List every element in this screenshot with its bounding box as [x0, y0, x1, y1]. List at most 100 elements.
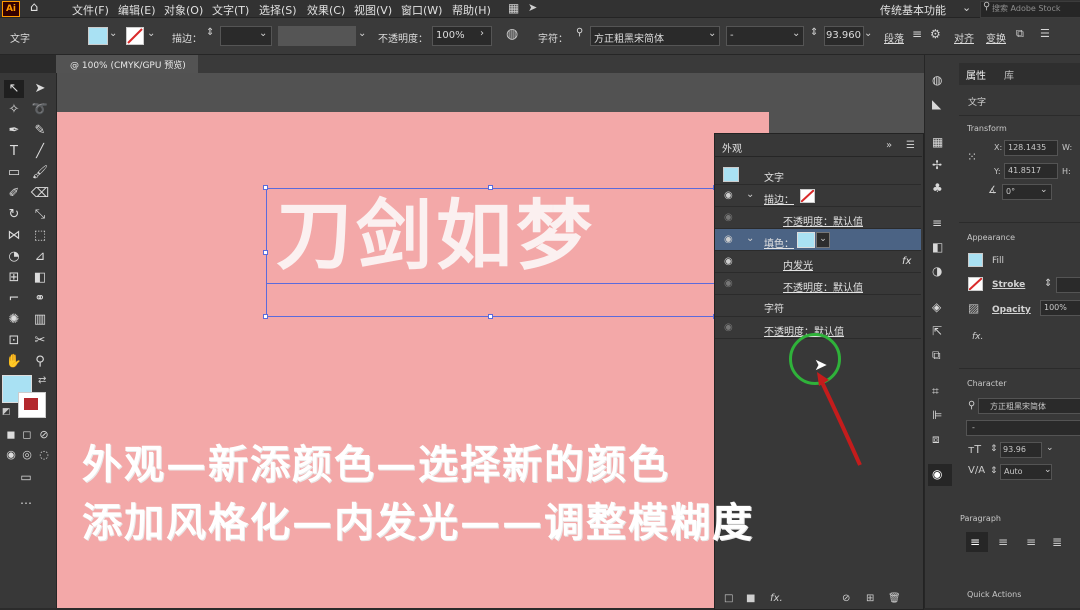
clear-appearance-icon[interactable]: ⊘: [842, 593, 850, 604]
scale-tool-icon[interactable]: ⤡: [30, 206, 50, 224]
stroke-opacity-label[interactable]: 不透明度：默认值: [783, 213, 863, 228]
recolor-icon[interactable]: ◍: [506, 26, 518, 42]
pen-tool-icon[interactable]: ✒: [4, 122, 24, 140]
width-tool-icon[interactable]: ⋈: [4, 227, 24, 245]
duplicate-item-icon[interactable]: ⊞: [866, 593, 874, 604]
paragraph-link[interactable]: 段落: [884, 30, 904, 45]
eyedropper-icon[interactable]: ⌐: [4, 290, 24, 308]
align-panel-icon[interactable]: ⊫: [932, 408, 942, 422]
document-info-icon[interactable]: ▦: [932, 135, 943, 149]
chevron-down-icon[interactable]: ⌄: [792, 28, 800, 39]
fill-row-swatch[interactable]: [797, 232, 815, 248]
panel-menu-icon[interactable]: ☰: [906, 140, 915, 151]
selection-tool-icon[interactable]: ↖: [4, 80, 24, 98]
menu-file[interactable]: 文件(F): [72, 2, 109, 18]
chevron-down-icon[interactable]: ⌄: [864, 28, 872, 39]
stepper-icon[interactable]: ⇕: [990, 444, 998, 454]
workspace-switcher[interactable]: 传统基本功能: [880, 2, 946, 18]
magic-wand-icon[interactable]: ✧: [4, 101, 24, 119]
add-effect-icon[interactable]: fx.: [770, 593, 783, 604]
resize-handle[interactable]: [263, 314, 268, 319]
align-link[interactable]: 对齐: [954, 30, 974, 45]
artboard-tool-icon[interactable]: ⊡: [4, 332, 24, 350]
home-icon[interactable]: ⌂: [30, 0, 38, 15]
eye-icon[interactable]: ◉: [724, 256, 733, 267]
chevron-down-icon[interactable]: ⌄: [147, 28, 155, 39]
gradient-panel-icon[interactable]: ◧: [932, 240, 943, 254]
fill-opacity-label[interactable]: 不透明度：默认值: [783, 279, 863, 294]
stroke-label[interactable]: Stroke: [992, 280, 1025, 290]
transform-icon[interactable]: ⌗: [932, 384, 939, 399]
artboards-icon[interactable]: ⧉: [932, 348, 941, 363]
menu-effect[interactable]: 效果(C): [307, 2, 345, 18]
chevron-down-icon[interactable]: ⌄: [816, 232, 830, 248]
direct-selection-tool-icon[interactable]: ➤: [30, 80, 50, 98]
font-style-field[interactable]: [966, 420, 1080, 436]
menu-view[interactable]: 视图(V): [354, 2, 392, 18]
stroke-panel-icon[interactable]: ≡: [932, 216, 942, 230]
align-right-icon[interactable]: ≡: [1026, 535, 1036, 549]
opacity-label[interactable]: Opacity: [992, 305, 1031, 315]
arrange-icon[interactable]: ⧉: [1016, 27, 1024, 41]
stepper-icon[interactable]: ⇕: [990, 466, 998, 476]
fx-button[interactable]: fx.: [972, 332, 983, 342]
menu-select[interactable]: 选择(S): [259, 2, 297, 18]
curvature-tool-icon[interactable]: ✎: [30, 122, 50, 140]
chevron-down-icon[interactable]: ⌄: [746, 233, 754, 244]
resize-handle[interactable]: [488, 185, 493, 190]
fill-swatch[interactable]: [968, 253, 983, 267]
perspective-grid-icon[interactable]: ⊿: [30, 248, 50, 266]
blend-tool-icon[interactable]: ⚭: [30, 290, 50, 308]
stroke-swatch[interactable]: [968, 277, 983, 291]
draw-inside-icon[interactable]: ◌: [34, 446, 54, 464]
lasso-icon[interactable]: ➰: [30, 101, 50, 119]
stepper-icon[interactable]: ⇕: [1044, 278, 1052, 289]
chevron-down-icon[interactable]: ⌄: [1044, 465, 1052, 475]
paintbrush-icon[interactable]: 🖌: [30, 164, 50, 182]
resize-handle[interactable]: [488, 314, 493, 319]
chevron-down-icon[interactable]: ⌄: [746, 189, 754, 200]
default-colors-icon[interactable]: ◩: [2, 407, 11, 417]
screen-mode-icon[interactable]: ▭: [16, 468, 36, 486]
fill-color-swatch[interactable]: [88, 27, 108, 45]
shaper-tool-icon[interactable]: ✐: [4, 185, 24, 203]
eye-icon[interactable]: ◉: [724, 322, 733, 333]
chevron-down-icon[interactable]: ⌄: [708, 28, 716, 39]
more-tools-icon[interactable]: ⋯: [16, 494, 36, 512]
transparency-icon[interactable]: ◑: [932, 264, 942, 278]
font-search-icon[interactable]: ⚲: [968, 400, 975, 411]
stroke-row-swatch[interactable]: [800, 189, 815, 203]
reference-point-icon[interactable]: ⁙: [967, 150, 977, 164]
gradient-tool-icon[interactable]: ◧: [30, 269, 50, 287]
menu-help[interactable]: 帮助(H): [452, 2, 491, 18]
appearance-row-inner-glow[interactable]: [715, 251, 921, 273]
resize-handle[interactable]: [263, 250, 268, 255]
eye-icon[interactable]: ◉: [724, 234, 733, 245]
eye-icon[interactable]: ◉: [724, 278, 733, 289]
variable-width-profile[interactable]: [278, 26, 356, 46]
brush-icon[interactable]: ✢: [932, 158, 942, 172]
chevron-down-icon[interactable]: ⌄: [1040, 185, 1048, 195]
symbols-icon[interactable]: ♣: [932, 181, 943, 195]
menu-window[interactable]: 窗口(W): [401, 2, 442, 18]
eye-icon[interactable]: ◉: [724, 212, 733, 223]
mesh-tool-icon[interactable]: ⊞: [4, 269, 24, 287]
appearance-row-characters[interactable]: [715, 295, 921, 317]
add-stroke-icon[interactable]: □: [724, 593, 733, 604]
none-mode-icon[interactable]: ⊘: [34, 426, 54, 444]
swap-colors-icon[interactable]: ⇄: [38, 375, 46, 386]
tab-libraries[interactable]: 库: [1004, 67, 1014, 82]
chevron-down-icon[interactable]: ⌄: [1046, 443, 1054, 453]
menu-edit[interactable]: 编辑(E): [118, 2, 156, 18]
line-tool-icon[interactable]: ╱: [30, 143, 50, 161]
transform-link[interactable]: 变换: [986, 30, 1006, 45]
layers-icon[interactable]: ◈: [932, 300, 941, 314]
chevron-down-icon[interactable]: ⌄: [358, 28, 366, 39]
eraser-icon[interactable]: ⌫: [30, 185, 50, 203]
eye-icon[interactable]: ◉: [724, 190, 733, 201]
image-trace-icon[interactable]: ◣: [932, 97, 941, 111]
font-search-icon[interactable]: ⚲: [576, 27, 583, 38]
shape-builder-icon[interactable]: ◔: [4, 248, 24, 266]
type-tool-icon[interactable]: T: [4, 143, 24, 161]
resize-handle[interactable]: [263, 185, 268, 190]
